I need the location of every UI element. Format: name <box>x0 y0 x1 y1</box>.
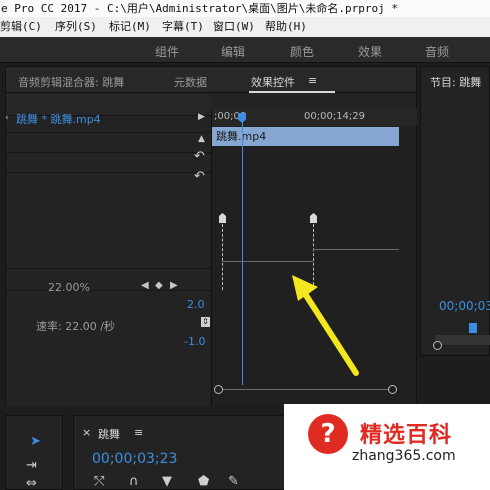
ruler-end-tc: 00;00;14;29 <box>304 111 366 122</box>
menu-help[interactable]: 帮助(H) <box>265 17 307 37</box>
add-keyframe-icon[interactable]: ◆ <box>155 280 163 291</box>
effect-timeline: ;00;00 00;00;14;29 跳舞.mp4 <box>211 109 417 406</box>
sequence-menu-icon[interactable]: ≡ <box>134 426 143 439</box>
tab-metadata[interactable]: 元数据 <box>174 74 207 90</box>
row-2 <box>6 133 211 153</box>
tab-effect-controls[interactable]: 效果控件 <box>251 74 295 90</box>
workspace-assembly[interactable]: 组件 <box>155 43 179 60</box>
panel-menu-icon[interactable]: ≡ <box>308 74 317 87</box>
panel-tab-strip: 音频剪辑混合器: 跳舞 元数据 效果控件 ≡ <box>6 67 416 93</box>
reset-icon[interactable]: ↶ <box>194 149 205 164</box>
tab-program[interactable]: 节目: 跳舞 <box>430 74 481 90</box>
tab-audio-clip-mixer[interactable]: 音频剪辑混合器: 跳舞 <box>18 74 124 90</box>
close-tab-icon[interactable]: × <box>82 426 91 439</box>
watermark-url: zhang365.com <box>352 448 456 464</box>
stepper-icon[interactable]: ⇕ <box>201 317 210 327</box>
program-scrub-track[interactable] <box>435 335 490 345</box>
row-4 <box>6 173 211 269</box>
clip-name-label: 跳舞 * 跳舞.mp4 <box>16 113 101 126</box>
marker-icon[interactable]: ⬟ <box>198 474 209 489</box>
annotation-arrow-icon <box>292 275 359 376</box>
wrench-icon[interactable]: ✎ <box>228 474 239 489</box>
speed-label: 速率: 22.00 /秒 <box>36 320 115 333</box>
menu-sequence[interactable]: 序列(S) <box>55 17 97 37</box>
track-select-tool-icon[interactable]: ⇥ <box>26 458 37 473</box>
collapse-left-icon[interactable]: ‹ <box>5 113 9 123</box>
workspace-color[interactable]: 颜色 <box>290 43 314 60</box>
workspace-audio[interactable]: 音频 <box>425 43 449 60</box>
tools-panel: ➤ ⇥ ⇔ <box>5 415 63 490</box>
keyframe-guide <box>222 224 223 290</box>
zoom-handle[interactable] <box>433 341 442 350</box>
tab-sequence[interactable]: 跳舞 <box>98 426 120 442</box>
menu-markers[interactable]: 标记(M) <box>109 17 151 37</box>
menu-window[interactable]: 窗口(W) <box>213 17 255 37</box>
program-timecode[interactable]: 00;00;03 <box>439 299 490 313</box>
window-title: e Pro CC 2017 - C:\用户\Administrator\桌面\图… <box>0 0 490 17</box>
prev-keyframe-icon[interactable]: ◀ <box>141 280 149 291</box>
playhead-line <box>242 117 243 385</box>
graph-max-value: 2.0 <box>187 298 205 311</box>
scroll-end-handle[interactable] <box>388 385 397 394</box>
question-badge-icon: ? <box>308 414 348 454</box>
program-monitor-panel: 节目: 跳舞 00;00;03 <box>420 66 490 356</box>
horizontal-scrollbar[interactable] <box>219 389 395 390</box>
program-playhead[interactable] <box>469 323 477 333</box>
watermark-logo: ? 精选百科 zhang365.com <box>284 404 490 490</box>
reset-icon[interactable]: ↶ <box>194 169 205 184</box>
menu-bar: 剪辑(C) 序列(S) 标记(M) 字幕(T) 窗口(W) 帮助(H) <box>0 17 490 37</box>
row-3 <box>6 153 211 173</box>
snap-icon[interactable]: ⤲ <box>94 474 104 489</box>
scale-value[interactable]: 22.00% <box>48 281 90 294</box>
add-marker-icon[interactable]: ▼ <box>162 474 172 489</box>
speed-graph-line <box>313 249 399 250</box>
scale-row <box>6 269 211 291</box>
menu-title[interactable]: 字幕(T) <box>162 17 204 37</box>
keyframe-marker[interactable] <box>310 213 317 223</box>
active-tab-indicator <box>249 91 335 93</box>
play-only-icon[interactable]: ▶ <box>198 112 205 122</box>
sequence-timecode[interactable]: 00;00;03;23 <box>92 451 177 467</box>
workspace-effects[interactable]: 效果 <box>358 43 382 60</box>
next-keyframe-icon[interactable]: ▶ <box>170 280 178 291</box>
workspace-bar: 组件 编辑 颜色 效果 音频 <box>0 37 490 63</box>
ripple-tool-icon[interactable]: ⇔ <box>26 476 37 490</box>
graph-min-value: -1.0 <box>184 335 206 348</box>
scroll-start-handle[interactable] <box>214 385 223 394</box>
watermark-title: 精选百科 <box>360 423 453 448</box>
selection-tool-icon[interactable]: ➤ <box>30 434 41 449</box>
linked-selection-icon[interactable]: ∩ <box>129 474 139 489</box>
clip-bar[interactable]: 跳舞.mp4 <box>212 127 399 146</box>
keyframe-marker[interactable] <box>219 213 226 223</box>
menu-clip[interactable]: 剪辑(C) <box>0 17 42 37</box>
speed-graph-line <box>222 261 313 262</box>
effect-properties <box>6 94 211 406</box>
workspace-editing[interactable]: 编辑 <box>221 43 245 60</box>
collapse-up-icon[interactable]: ▲ <box>198 134 205 144</box>
